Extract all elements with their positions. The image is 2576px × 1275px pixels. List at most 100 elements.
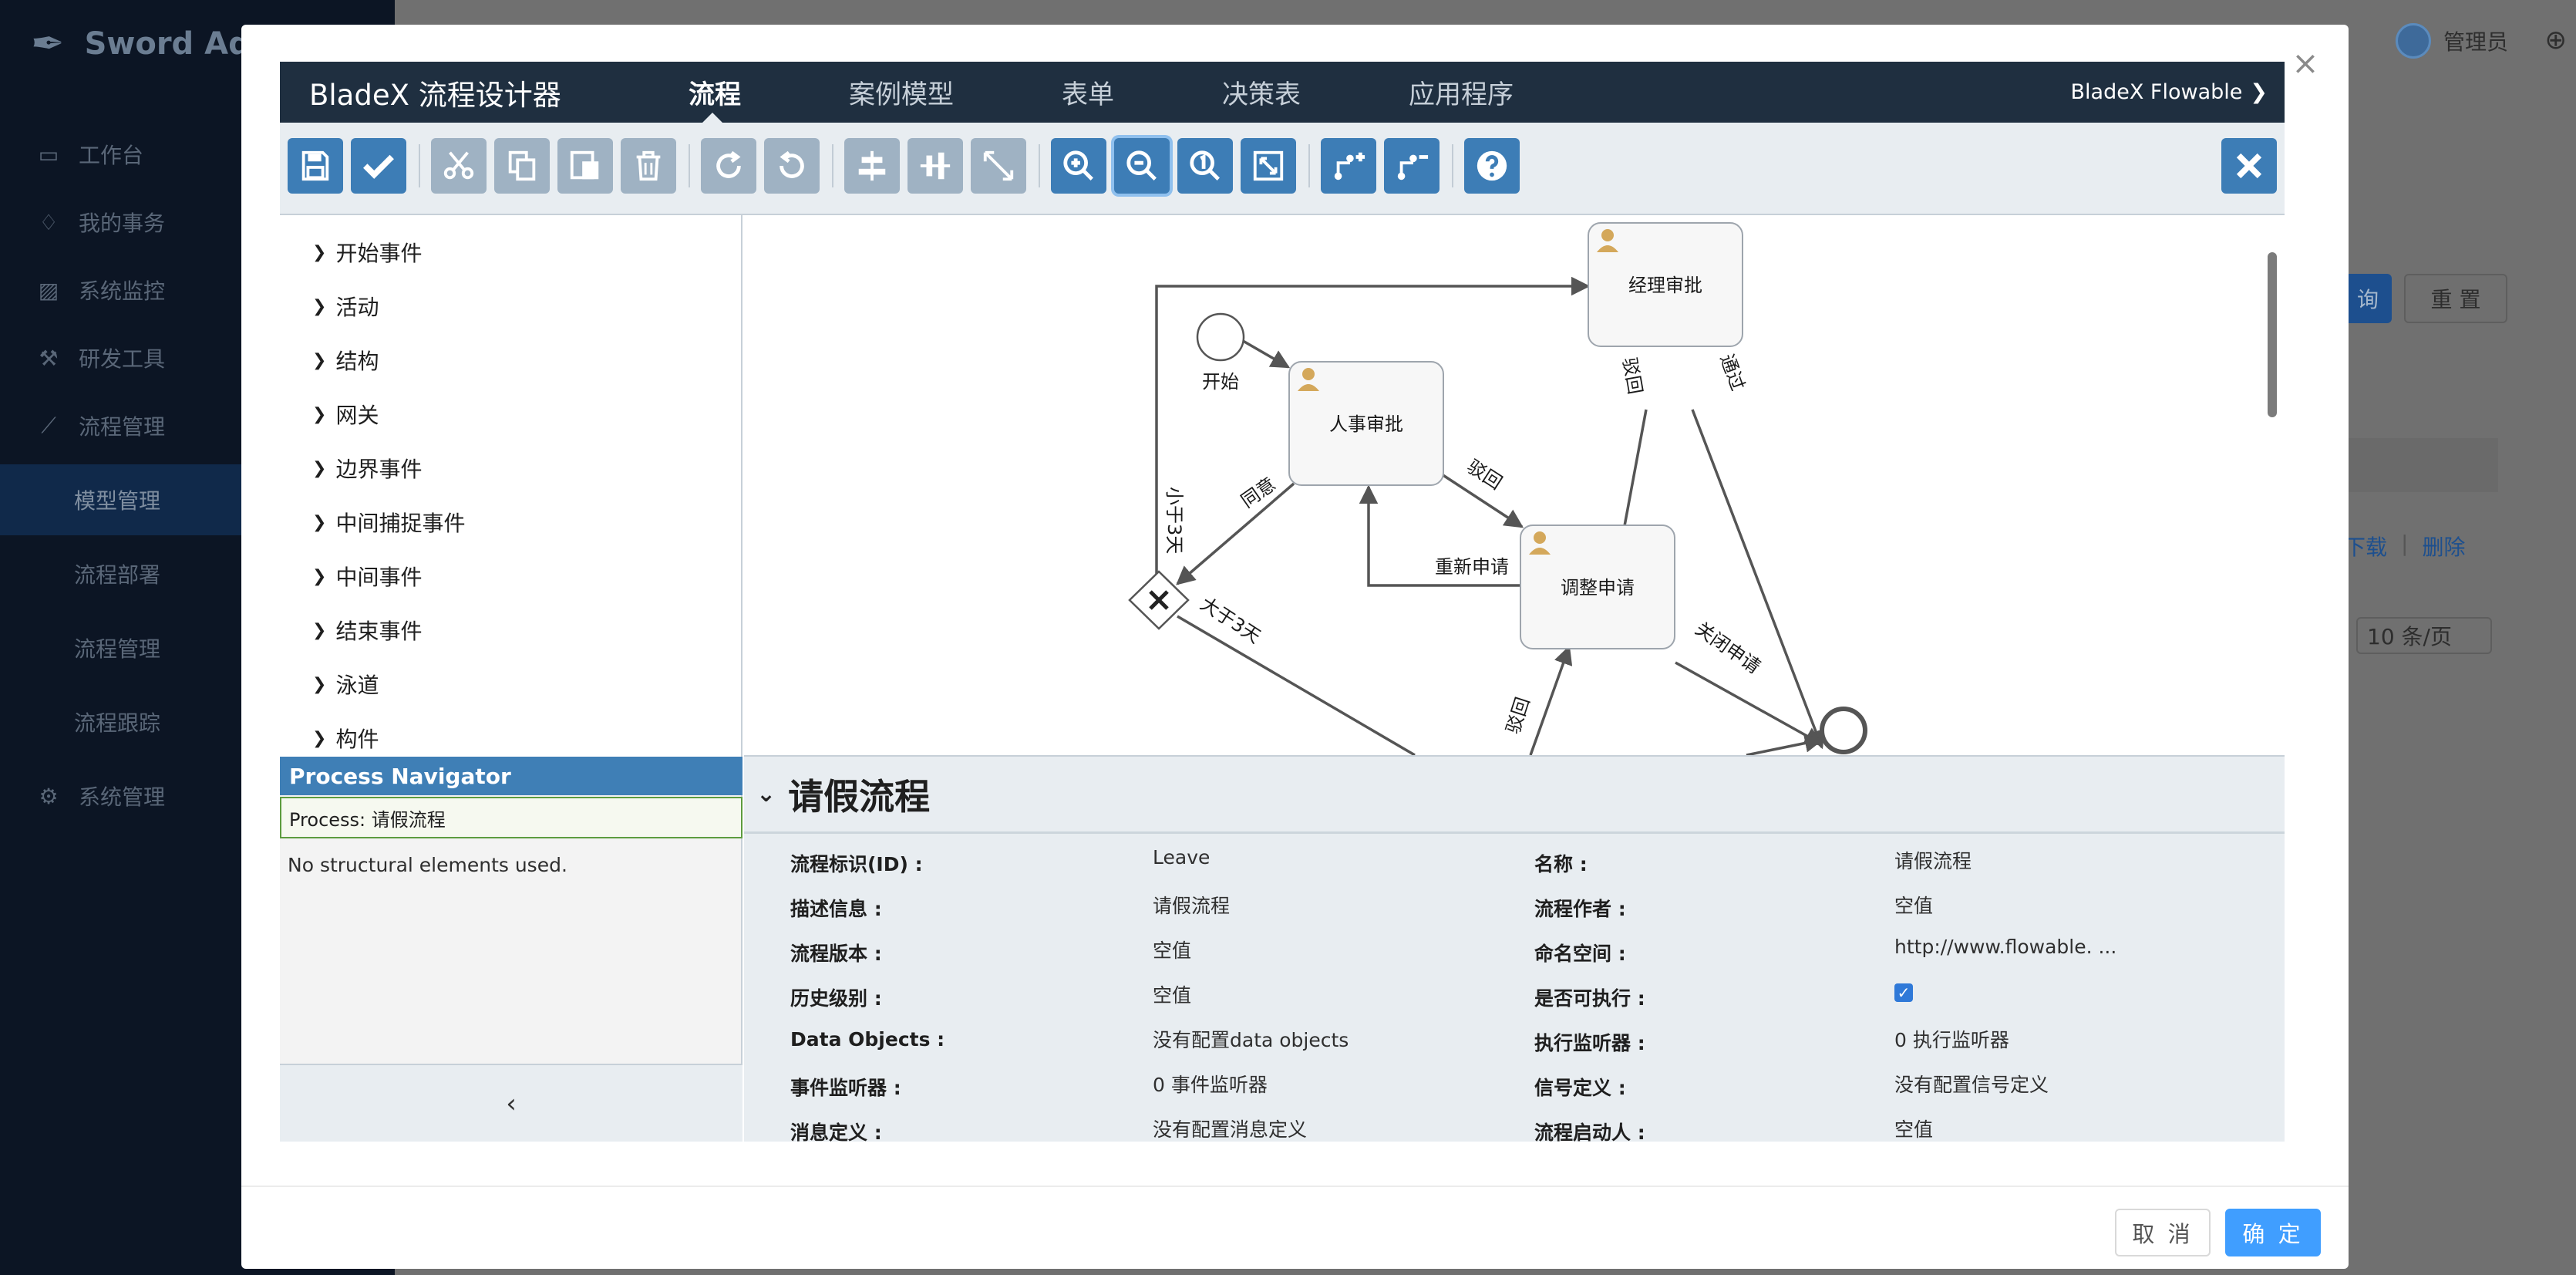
close-designer-button[interactable] [2221, 138, 2277, 194]
exclusive-gateway[interactable] [1128, 570, 1190, 630]
tab-form[interactable]: 表单 [1062, 62, 1114, 123]
navigator-process-item[interactable]: Process: 请假流程 [280, 797, 742, 838]
active-tab-caret [702, 113, 722, 123]
zoom-out-button[interactable] [1114, 138, 1170, 194]
property-label: 命名空间 : [1534, 943, 1626, 965]
palette-group-artifacts[interactable]: ❯ 构件 [312, 723, 379, 754]
zoom-in-button[interactable] [1051, 138, 1106, 194]
flow-to-end-lower[interactable] [1746, 734, 1824, 755]
property-value[interactable]: 空值 [1153, 936, 1191, 963]
property-value[interactable]: http://www.flowable. ... [1894, 936, 2116, 958]
flow-hr-to-gateway[interactable] [1176, 482, 1295, 585]
designer-top-nav: BladeX 流程设计器 流程 案例模型 表单 决策表 应用程序 BladeX … [280, 62, 2285, 123]
palette-group-start-events[interactable]: ❯ 开始事件 [312, 237, 422, 268]
palette-group-end-events[interactable]: ❯ 结束事件 [312, 615, 422, 646]
properties-header[interactable]: ⌄ 请假流程 [744, 757, 2285, 834]
cut-button[interactable] [431, 138, 487, 194]
zoom-actual-icon [1190, 150, 1220, 180]
start-event-label: 开始 [1202, 371, 1239, 393]
flow-reject-to-adjust[interactable] [1529, 645, 1573, 755]
chevron-down-icon: ⌄ [756, 781, 776, 808]
property-row: 流程标识(ID) : Leave 名称 : 请假流程 [744, 837, 2285, 882]
tab-decision-table[interactable]: 决策表 [1222, 62, 1301, 123]
globe-icon[interactable]: ⊕ [2545, 25, 2568, 56]
palette-group-boundary-events[interactable]: ❯ 边界事件 [312, 453, 422, 484]
chevron-right-icon: ❯ [312, 404, 327, 424]
task-manager-approval[interactable]: 经理审批 [1588, 222, 1743, 347]
palette-group-gateways[interactable]: ❯ 网关 [312, 399, 379, 430]
close-icon[interactable]: × [2290, 47, 2321, 79]
cancel-button[interactable]: 取 消 [2115, 1209, 2211, 1256]
undo-button[interactable] [764, 138, 820, 194]
diagram-canvas[interactable]: 开始 人事审批 经理审批 调整申请 同意 小于3天 大于3天 驳回 重新申请 驳… [744, 215, 2285, 755]
property-value[interactable]: 空值 [1894, 891, 1933, 919]
property-value[interactable]: Leave [1153, 846, 1210, 869]
align-vertical-icon [920, 152, 951, 180]
download-link[interactable]: 下载 [2344, 531, 2387, 562]
task-hr-approval[interactable]: 人事审批 [1288, 361, 1444, 486]
property-value[interactable]: 0 事件监听器 [1153, 1070, 1268, 1098]
copy-icon [508, 150, 536, 181]
validate-button[interactable] [351, 138, 406, 194]
palette-group-activities[interactable]: ❯ 活动 [312, 291, 379, 322]
canvas-scrollbar[interactable] [2268, 252, 2277, 417]
remove-bendpoint-button[interactable] [1384, 138, 1440, 194]
start-event[interactable] [1196, 312, 1245, 362]
chevron-right-icon: ❯ [312, 242, 327, 262]
property-row: 历史级别 : 空值 是否可执行 : ✓ [744, 971, 2285, 1016]
palette-group-swimlanes[interactable]: ❯ 泳道 [312, 669, 379, 700]
sidebar-item-label: 我的事务 [79, 211, 166, 236]
property-label: 历史级别 : [790, 987, 882, 1010]
delete-link[interactable]: 删除 [2422, 531, 2465, 562]
flow-label-less-3-days: 小于3天 [1163, 487, 1185, 554]
collapse-navigator-button[interactable]: ‹ [280, 1064, 742, 1142]
add-bendpoint-icon [1334, 152, 1365, 180]
save-model-button[interactable] [288, 138, 343, 194]
user-menu[interactable]: 管理员 [2395, 23, 2508, 59]
wrench-icon: ⚒ [39, 345, 59, 371]
flow-label-reject-hr: 驳回 [1463, 456, 1507, 494]
copy-button[interactable] [494, 138, 550, 194]
add-bendpoint-button[interactable] [1321, 138, 1376, 194]
property-value[interactable]: 没有配置消息定义 [1153, 1115, 1307, 1142]
tab-apps[interactable]: 应用程序 [1409, 62, 1514, 123]
flow-start-to-hr[interactable] [1238, 337, 1291, 369]
task-label: 经理审批 [1628, 275, 1702, 296]
tab-case-model[interactable]: 案例模型 [849, 62, 954, 123]
property-value[interactable]: 空值 [1894, 1115, 1933, 1142]
align-vertical-button[interactable] [907, 138, 963, 194]
tenant-dropdown[interactable]: BladeX Flowable ❯ [2071, 62, 2268, 123]
end-event[interactable] [1820, 707, 1867, 754]
reset-button[interactable]: 重 置 [2404, 274, 2507, 323]
trash-icon [636, 150, 661, 181]
property-value[interactable]: 没有配置信号定义 [1894, 1070, 2049, 1098]
flow-gateway-more3[interactable] [1177, 615, 1416, 755]
element-palette: ❯ 开始事件 ❯ 活动 ❯ 结构 ❯ 网关 ❯ 边界事件 ❯ 中间捕捉事件 ❯ 中间事件 ❯ 结… [280, 215, 742, 757]
property-value[interactable]: 空值 [1153, 980, 1191, 1008]
palette-group-catch-events[interactable]: ❯ 中间捕捉事件 [312, 507, 465, 538]
zoom-fit-button[interactable] [1241, 138, 1296, 194]
flow-manager-pass[interactable] [1691, 409, 1825, 750]
redo-button[interactable] [701, 138, 756, 194]
chevron-right-icon: ❯ [312, 566, 327, 586]
same-size-button[interactable] [971, 138, 1026, 194]
palette-group-label: 构件 [335, 727, 379, 752]
query-button[interactable]: 询 [2344, 274, 2392, 323]
zoom-actual-button[interactable] [1177, 138, 1233, 194]
confirm-button[interactable]: 确 定 [2225, 1209, 2321, 1256]
designer-modal: × BladeX 流程设计器 流程 案例模型 表单 决策表 应用程序 Blade… [241, 25, 2349, 1269]
close-icon [2236, 153, 2262, 179]
delete-button[interactable] [621, 138, 676, 194]
property-value[interactable]: 请假流程 [1153, 891, 1230, 919]
help-button[interactable] [1464, 138, 1520, 194]
property-value[interactable]: 0 执行监听器 [1894, 1025, 2009, 1053]
property-value[interactable]: 请假流程 [1894, 846, 1972, 874]
executable-checkbox[interactable]: ✓ [1894, 983, 1913, 1002]
paste-button[interactable] [557, 138, 613, 194]
task-adjust-request[interactable]: 调整申请 [1520, 525, 1675, 649]
align-horizontal-button[interactable] [844, 138, 900, 194]
palette-group-structural[interactable]: ❯ 结构 [312, 345, 379, 376]
property-value[interactable]: 没有配置data objects [1153, 1025, 1349, 1053]
palette-group-intermediate-events[interactable]: ❯ 中间事件 [312, 561, 422, 592]
page-size-select[interactable]: 10 条/页 [2356, 617, 2492, 654]
